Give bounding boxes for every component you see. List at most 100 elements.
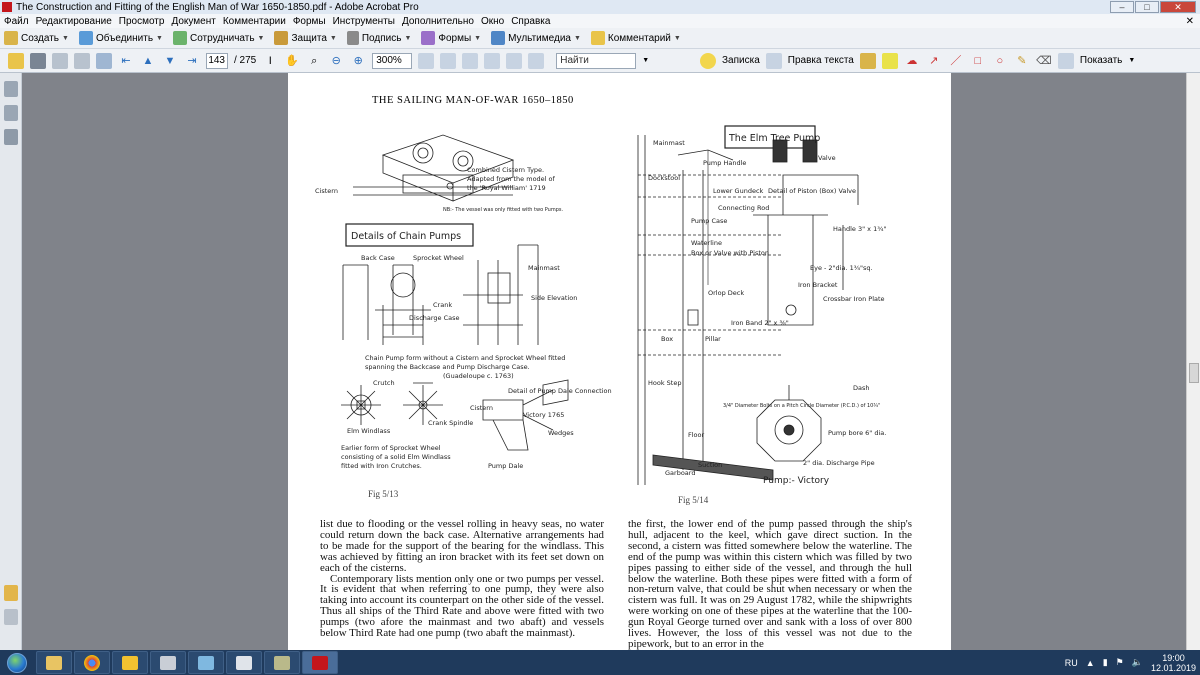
collaborate-button[interactable]: Сотрудничать ▼ [172,31,264,45]
label-orlop: Orlop Deck [708,289,744,297]
full-screen-icon[interactable] [462,52,479,69]
rectangle-tool-icon[interactable]: □ [970,53,986,69]
last-page-icon[interactable]: ⇥ [184,53,200,69]
page-number-input[interactable]: 143 [206,52,228,69]
menu-document[interactable]: Документ [171,16,215,27]
taskbar-explorer[interactable] [36,651,72,674]
pencil-tool-icon[interactable]: ✎ [1014,53,1030,69]
line-tool-icon[interactable]: ／ [948,53,964,69]
notepad-icon [198,655,214,670]
menu-help[interactable]: Справка [511,16,550,27]
vertical-scrollbar[interactable] [1186,73,1200,650]
arrow-tool-icon[interactable]: ↗ [926,53,942,69]
find-dropdown-icon[interactable]: ▼ [642,57,649,64]
first-page-icon[interactable]: ⇤ [118,53,134,69]
signatures-panel-icon[interactable] [4,129,18,145]
volume-icon[interactable]: 🔈 [1132,657,1143,668]
email-icon[interactable] [74,52,90,69]
previous-page-icon[interactable]: ▲ [140,53,156,69]
open-folder-icon[interactable] [8,52,24,69]
select-text-icon[interactable]: I [262,53,278,69]
taskbar-chrome[interactable] [74,651,110,674]
label-detail-dale: Detail of Pump Dale Connection [508,387,612,395]
note-label[interactable]: Записка [722,55,760,66]
zoom-in-icon[interactable]: ⊕ [350,53,366,69]
label-cistern: Cistern [315,187,338,195]
text-edit-icon[interactable] [765,52,782,69]
find-input[interactable]: Найти [556,52,637,69]
forms-label: Формы [438,32,472,44]
create-button[interactable]: Создать ▼ [4,31,69,45]
label-box-valve: Box or Valve with Piston [691,249,769,257]
comment-button[interactable]: Комментарий ▼ [590,31,681,45]
menu-tools[interactable]: Инструменты [333,16,395,27]
network-icon[interactable]: ▮ [1103,657,1108,668]
label-connecting-rod: Connecting Rod [718,204,769,212]
menu-view[interactable]: Просмотр [119,16,165,27]
oval-tool-icon[interactable]: ○ [992,53,1008,69]
menu-forms[interactable]: Формы [293,16,326,27]
menu-window[interactable]: Окно [481,16,504,27]
forms-button[interactable]: Формы ▼ [421,31,481,45]
caption-earlier-2: consisting of a solid Elm Windlass [341,453,451,461]
show-dropdown-icon[interactable]: ▼ [1128,57,1135,64]
cloud-shape-icon[interactable]: ☁ [904,53,920,69]
menu-comments[interactable]: Комментарии [223,16,286,27]
clock[interactable]: 19:00 12.01.2019 [1151,653,1196,673]
paragraph: Contemporary lists mention only one or t… [320,572,604,640]
show-hidden-icons-icon[interactable]: ▲ [1086,658,1095,668]
attachments-panel-icon[interactable] [4,609,18,625]
show-label[interactable]: Показать [1080,55,1123,66]
sign-button[interactable]: Подпись ▼ [346,31,411,45]
close-button[interactable]: ✕ [1160,1,1196,13]
stamp-icon[interactable] [859,52,876,69]
zoom-level-input[interactable]: 300% [372,52,413,69]
secure-button[interactable]: Защита ▼ [274,31,337,45]
chevron-down-icon: ▼ [156,34,163,42]
rotate-icon[interactable] [528,52,545,69]
zoom-out-icon[interactable]: ⊖ [328,53,344,69]
comments-panel-icon[interactable] [4,585,18,601]
start-button[interactable] [0,650,34,675]
menu-advanced[interactable]: Дополнительно [402,16,474,27]
hand-tool-icon[interactable]: ✋ [284,53,300,69]
flag-icon[interactable]: ⚑ [1116,657,1124,668]
fit-width-icon[interactable] [418,52,435,69]
taskbar-notes[interactable] [188,651,224,674]
edit-text-label[interactable]: Правка текста [788,55,854,66]
next-page-icon[interactable]: ▼ [162,53,178,69]
print-icon[interactable] [30,52,46,69]
menu-file[interactable]: Файл [4,16,29,27]
taskbar-app-3[interactable] [112,651,148,674]
taskbar-app-6[interactable] [226,651,262,674]
highlight-icon[interactable] [881,52,898,69]
bookmarks-panel-icon[interactable] [4,105,18,121]
fit-page-icon[interactable] [440,52,457,69]
marquee-zoom-icon[interactable]: ⌕ [306,53,322,69]
two-page-icon[interactable] [506,52,523,69]
taskbar-acrobat[interactable] [302,651,338,674]
label-box: Box [661,335,673,343]
eraser-tool-icon[interactable]: ⌫ [1036,53,1052,69]
minimize-button[interactable]: – [1110,1,1134,13]
combine-button[interactable]: Объединить ▼ [78,31,163,45]
save-icon[interactable] [52,52,68,69]
language-indicator[interactable]: RU [1065,658,1078,668]
pages-panel-icon[interactable] [4,81,18,97]
maximize-button[interactable]: □ [1135,1,1159,13]
diagram-title-chain-pumps: Details of Chain Pumps [351,231,461,242]
menu-edit[interactable]: Редактирование [36,16,112,27]
single-page-icon[interactable] [484,52,501,69]
sticky-note-icon[interactable] [700,52,716,69]
taskbar-app-7[interactable] [264,651,300,674]
multimedia-button[interactable]: Мультимедиа ▼ [491,31,581,45]
chevron-down-icon: ▼ [673,34,681,42]
scrollbar-thumb[interactable] [1189,363,1199,383]
taskbar-calculator[interactable] [150,651,186,674]
export-icon[interactable] [96,52,112,69]
show-comments-icon[interactable] [1057,52,1074,69]
close-document-icon[interactable]: ✕ [1186,16,1194,27]
comment-label: Комментарий [607,32,671,44]
label-floor: Floor [688,431,704,439]
multimedia-label: Мультимедиа [508,32,571,44]
